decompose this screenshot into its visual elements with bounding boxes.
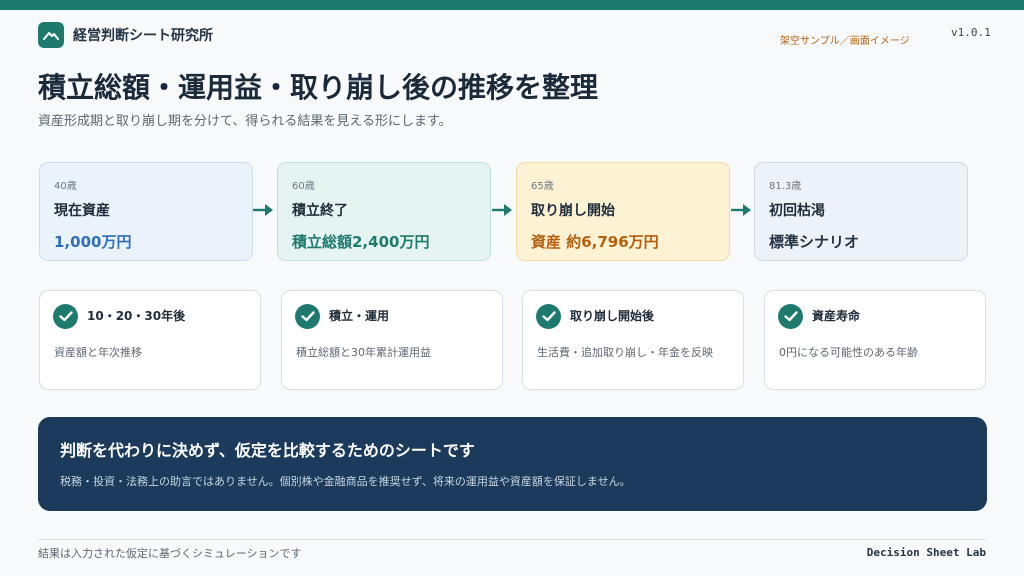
feature-desc: 0円になる可能性のある年齢 <box>779 346 918 359</box>
stage-value: 資産 約6,796万円 <box>531 233 659 251</box>
feature-title: 積立・運用 <box>329 309 390 323</box>
brand[interactable]: 経営判断シート研究所 <box>38 22 213 48</box>
feature-card-years: 10・20・30年後 資産額と年次推移 <box>39 290 261 390</box>
stage-name: 取り崩し開始 <box>531 203 615 219</box>
stage-value: 積立総額2,400万円 <box>292 233 430 251</box>
stage-card-withdrawal-start: 65歳 取り崩し開始 資産 約6,796万円 <box>516 162 730 261</box>
footer-divider <box>38 539 986 540</box>
check-icon <box>536 304 561 329</box>
stage-value: 標準シナリオ <box>769 233 860 251</box>
page-subtitle: 資産形成期と取り崩し期を分けて、得られる結果を見える形にします。 <box>38 114 452 129</box>
top-accent-bar <box>0 0 1024 10</box>
arrow-right-icon <box>492 204 512 216</box>
stage-name: 現在資産 <box>54 203 110 219</box>
page-title: 積立総額・運用益・取り崩し後の推移を整理 <box>38 71 599 104</box>
feature-card-asset-life: 資産寿命 0円になる可能性のある年齢 <box>764 290 986 390</box>
stage-age: 40歳 <box>54 181 77 192</box>
sample-label: 架空サンプル／画面イメージ <box>780 36 910 47</box>
check-icon <box>53 304 78 329</box>
footer-brand: Decision Sheet Lab <box>866 546 986 559</box>
stage-card-saving-end: 60歳 積立終了 積立総額2,400万円 <box>277 162 491 261</box>
arrow-right-icon <box>253 204 273 216</box>
brand-name: 経営判断シート研究所 <box>73 28 213 44</box>
check-icon <box>778 304 803 329</box>
stage-value: 1,000万円 <box>54 233 132 251</box>
stage-name: 積立終了 <box>292 203 348 219</box>
stage-age: 81.3歳 <box>769 181 802 192</box>
mountain-icon <box>38 22 64 48</box>
disclaimer-banner: 判断を代わりに決めず、仮定を比較するためのシートです 税務・投資・法務上の助言で… <box>38 417 987 511</box>
feature-desc: 積立総額と30年累計運用益 <box>296 346 431 359</box>
stage-card-first-depletion: 81.3歳 初回枯渇 標準シナリオ <box>754 162 968 261</box>
feature-title: 10・20・30年後 <box>87 309 186 323</box>
disclaimer-text: 税務・投資・法務上の助言ではありません。個別株や金融商品を推奨せず、将来の運用益… <box>60 475 631 488</box>
feature-title: 資産寿命 <box>812 309 861 323</box>
feature-desc: 資産額と年次推移 <box>54 346 142 359</box>
feature-desc: 生活費・追加取り崩し・年金を反映 <box>537 346 713 359</box>
stage-age: 60歳 <box>292 181 315 192</box>
version-label: v1.0.1 <box>951 26 991 39</box>
stage-age: 65歳 <box>531 181 554 192</box>
stage-name: 初回枯渇 <box>769 203 825 219</box>
feature-card-withdrawal: 取り崩し開始後 生活費・追加取り崩し・年金を反映 <box>522 290 744 390</box>
footer-note: 結果は入力された仮定に基づくシミュレーションです <box>38 547 302 560</box>
feature-card-saving: 積立・運用 積立総額と30年累計運用益 <box>281 290 503 390</box>
feature-title: 取り崩し開始後 <box>570 309 655 323</box>
arrow-right-icon <box>731 204 751 216</box>
check-icon <box>295 304 320 329</box>
disclaimer-title: 判断を代わりに決めず、仮定を比較するためのシートです <box>60 441 475 460</box>
stage-card-current-assets: 40歳 現在資産 1,000万円 <box>39 162 253 261</box>
